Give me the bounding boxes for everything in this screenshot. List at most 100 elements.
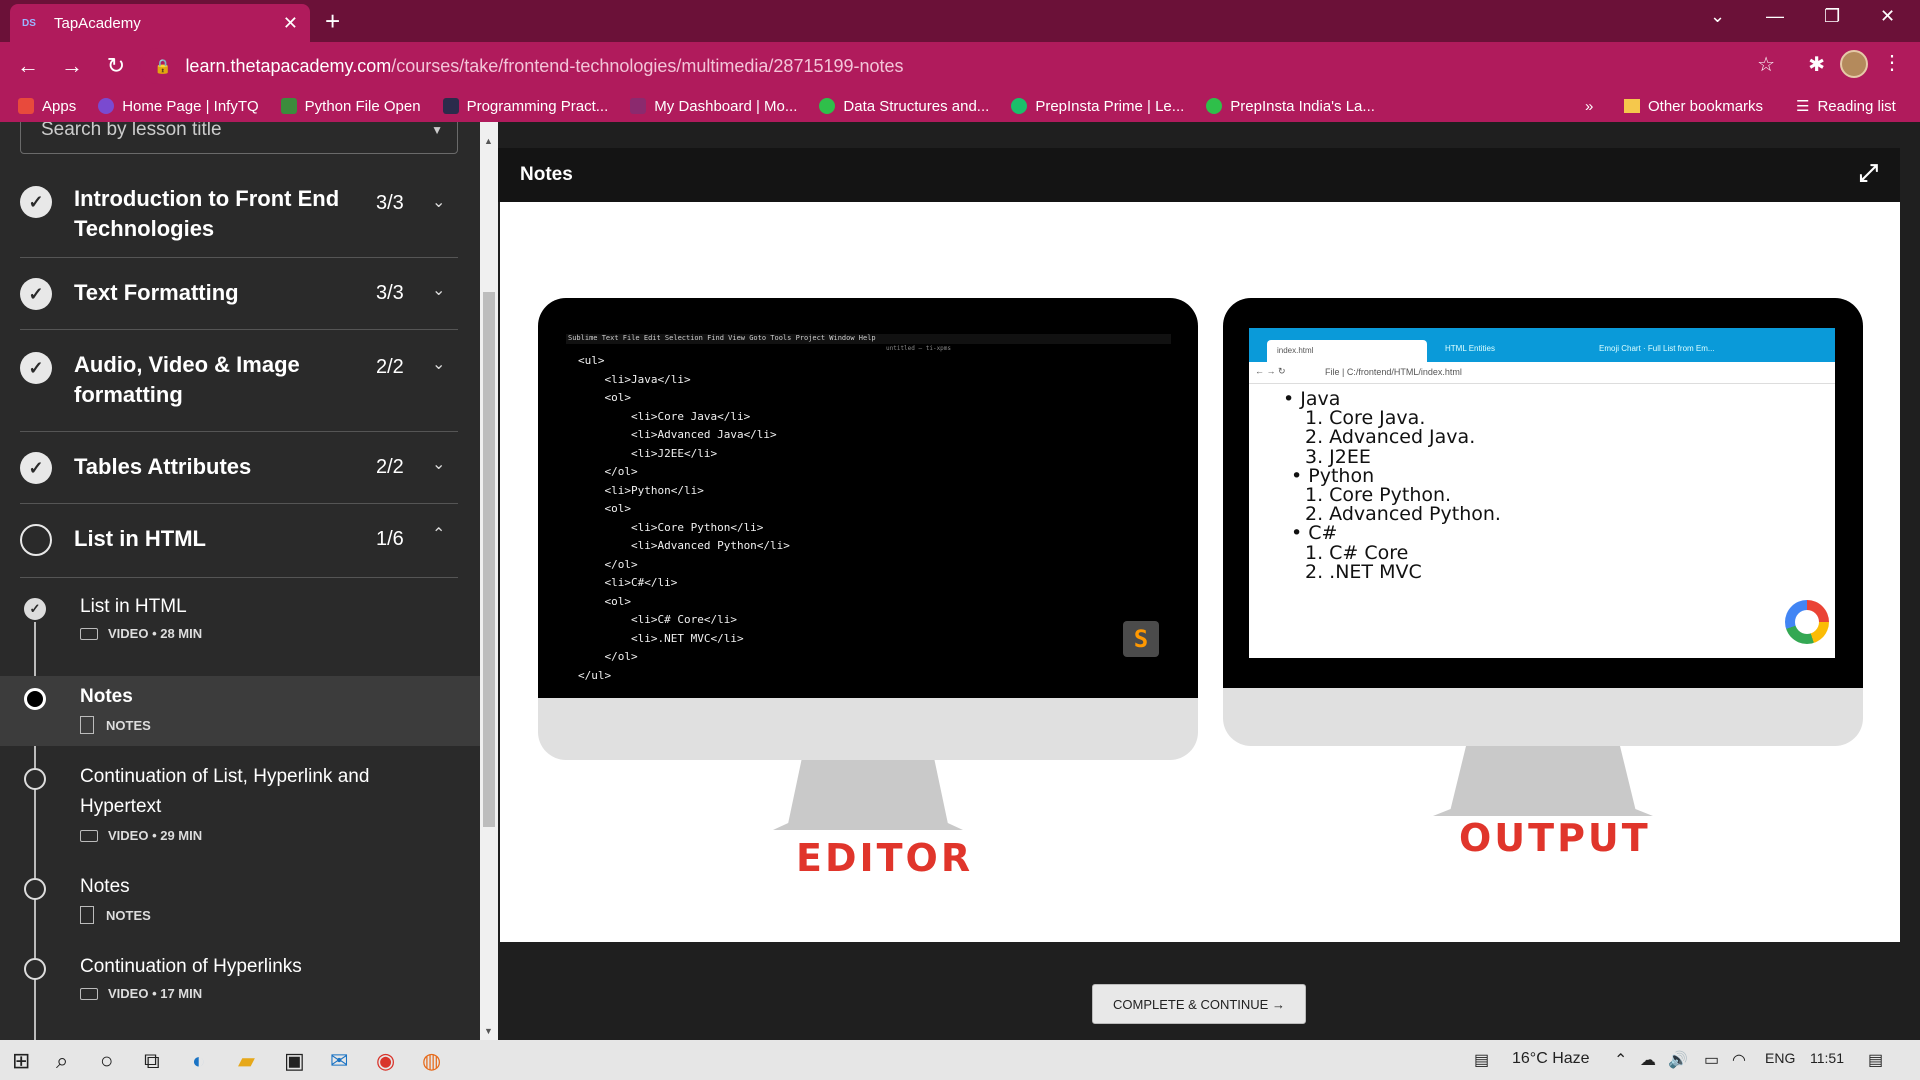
lesson-meta: NOTES [80,716,151,734]
minimize-button[interactable]: — [1766,6,1784,27]
w3schools-icon [280,98,297,114]
fullscreen-expand-icon[interactable]: ⤢ [1859,160,1878,188]
section-text-formatting[interactable]: ✓ Text Formatting 3/3 ⌄ [20,258,458,330]
back-icon[interactable]: ← [6,53,50,79]
lock-icon[interactable]: 🔒 [154,58,171,75]
lesson-continuation-hyperlinks[interactable]: Continuation of Hyperlinks VIDEO • 17 MI… [0,946,480,1012]
output-monitor: index.html HTML Entities Emoji Chart · F… [1223,298,1863,860]
chevron-down-icon[interactable]: ⌄ [432,454,445,474]
notifications-icon[interactable]: ▤ [1868,1050,1883,1070]
onedrive-icon[interactable]: ☁ [1640,1050,1656,1070]
bookmark-prepinsta-prime[interactable]: PrepInsta Prime | Le... [1011,98,1184,115]
notes-title: Notes [520,164,573,185]
extensions-puzzle-icon[interactable]: ✱ [1808,52,1825,77]
more-bookmarks-button[interactable]: » [1585,90,1593,122]
lesson-notes[interactable]: Notes NOTES [0,866,480,932]
edge-icon[interactable]: ◐ [192,1048,205,1074]
url-bar[interactable]: 🔒 learn.thetapacademy.com/courses/take/f… [140,48,1780,84]
video-icon [80,627,98,640]
close-tab-icon[interactable]: ✕ [283,13,298,34]
notes-icon [80,716,94,734]
chrome-icon[interactable]: ◉ [376,1048,395,1074]
editor-label: EDITOR [796,836,974,880]
search-icon[interactable]: ⌕ [56,1048,68,1074]
section-tables-attributes[interactable]: ✓ Tables Attributes 2/2 ⌄ [20,432,458,504]
lesson-list-in-html[interactable]: ✓ List in HTML VIDEO • 28 MIN [0,584,480,652]
bookmark-infytq[interactable]: Home Page | InfyTQ [98,98,259,115]
monitor-stand [773,760,963,830]
task-view-icon[interactable]: ⧉ [144,1048,160,1074]
lesson-search-input[interactable]: Search by lesson title ▼ [20,122,458,154]
reading-list-button[interactable]: ☰ Reading list [1796,90,1896,122]
tray-chevron-up-icon[interactable]: ⌃ [1614,1050,1627,1070]
firefox-icon[interactable]: ◍ [422,1048,441,1074]
notes-image: Sublime Text File Edit Selection Find Vi… [500,202,1900,942]
scroll-up-arrow-icon[interactable]: ▲ [484,136,493,146]
new-tab-button[interactable]: + [325,6,340,37]
weather-icon[interactable]: ▤ [1474,1050,1489,1070]
weather-text[interactable]: 16°C Haze [1512,1050,1590,1068]
section-title: List in HTML [74,526,206,551]
clock[interactable]: 11:51 [1810,1050,1844,1066]
section-audio-video-image[interactable]: ✓ Audio, Video & Image formatting 2/2 ⌄ [20,330,458,432]
complete-continue-button[interactable]: COMPLETE & CONTINUE → [1092,984,1306,1024]
section-list-in-html[interactable]: List in HTML 1/6 ⌃ [20,504,458,578]
sidebar-scrollbar[interactable]: ▲ ▼ [480,122,498,1040]
video-icon [80,829,98,842]
chevron-down-icon[interactable]: ⌄ [432,280,445,300]
mail-icon[interactable]: ✉ [330,1048,348,1074]
chevron-down-icon[interactable]: ⌄ [432,354,445,374]
other-bookmarks-folder[interactable]: Other bookmarks [1624,90,1763,122]
cortana-circle-icon[interactable]: ○ [100,1048,113,1074]
current-lesson-indicator [24,688,46,710]
lesson-meta: VIDEO • 29 MIN [80,828,202,843]
code-line: <li>C#</li> [578,576,678,589]
browser-tab-strip: DS TapAcademy ✕ + ⌄ — ❐ ✕ [0,0,1920,42]
file-explorer-icon[interactable]: ▰ [238,1048,255,1074]
section-progress: 2/2 [376,456,404,478]
volume-icon[interactable]: 🔊 [1668,1050,1688,1070]
lesson-meta: VIDEO • 28 MIN [80,626,202,641]
lesson-continuation-list[interactable]: Continuation of List, Hyperlink and Hype… [0,756,480,860]
editor-menubar: Sublime Text File Edit Selection Find Vi… [566,334,1171,344]
reload-icon[interactable]: ↻ [94,53,138,79]
tab-search-chevron-icon[interactable]: ⌄ [1710,6,1725,27]
forward-icon[interactable]: → [50,53,94,79]
bookmark-data-structures[interactable]: Data Structures and... [819,98,989,115]
section-title: Text Formatting [74,280,239,305]
bookmarks-bar: Apps Home Page | InfyTQ Python File Open… [0,90,1920,122]
chevron-up-icon[interactable]: ⌃ [432,524,445,544]
section-introduction[interactable]: ✓ Introduction to Front End Technologies… [20,162,458,258]
bookmark-star-icon[interactable]: ☆ [1757,52,1775,77]
close-window-button[interactable]: ✕ [1880,6,1895,27]
lesson-notes-active[interactable]: Notes NOTES [0,676,480,746]
code-editor: Sublime Text File Edit Selection Find Vi… [566,334,1171,682]
wifi-icon[interactable]: ◠ [1732,1050,1746,1070]
google-chrome-logo-icon [1785,600,1829,644]
profile-avatar[interactable] [1840,50,1868,78]
chevron-down-icon[interactable]: ⌄ [432,192,445,212]
store-icon[interactable]: ▣ [284,1048,305,1074]
browser-tab[interactable]: DS TapAcademy ✕ [10,4,310,42]
windows-start-icon[interactable]: ⊞ [12,1048,30,1074]
lesson-title: Continuation of List, Hyperlink and Hype… [80,766,370,817]
bookmark-my-dashboard[interactable]: My Dashboard | Mo... [630,98,797,115]
restore-button[interactable]: ❐ [1824,6,1840,27]
output-label: OUTPUT [1459,816,1651,860]
dashboard-icon [630,98,647,114]
code-line: <ol> [578,502,631,515]
battery-icon[interactable]: ▭ [1704,1050,1719,1070]
bookmark-prepinsta-india[interactable]: PrepInsta India's La... [1206,98,1375,115]
progress-circle-icon [24,768,46,790]
scrollbar-thumb[interactable] [483,292,495,827]
language-indicator[interactable]: ENG [1765,1050,1795,1066]
bookmark-programming-practice[interactable]: Programming Pract... [442,98,608,115]
monitor-stand [1433,746,1653,816]
bookmark-python-file-open[interactable]: Python File Open [280,98,421,115]
code-line: <li>Core Python</li> [578,520,764,534]
scroll-down-arrow-icon[interactable]: ▼ [484,1026,493,1036]
lesson-title: Continuation of Hyperlinks [80,956,302,977]
code-line: <li>Core Java</li> [578,409,751,423]
browser-menu-icon[interactable]: ⋮ [1882,50,1902,75]
bookmark-apps[interactable]: Apps [18,98,76,115]
